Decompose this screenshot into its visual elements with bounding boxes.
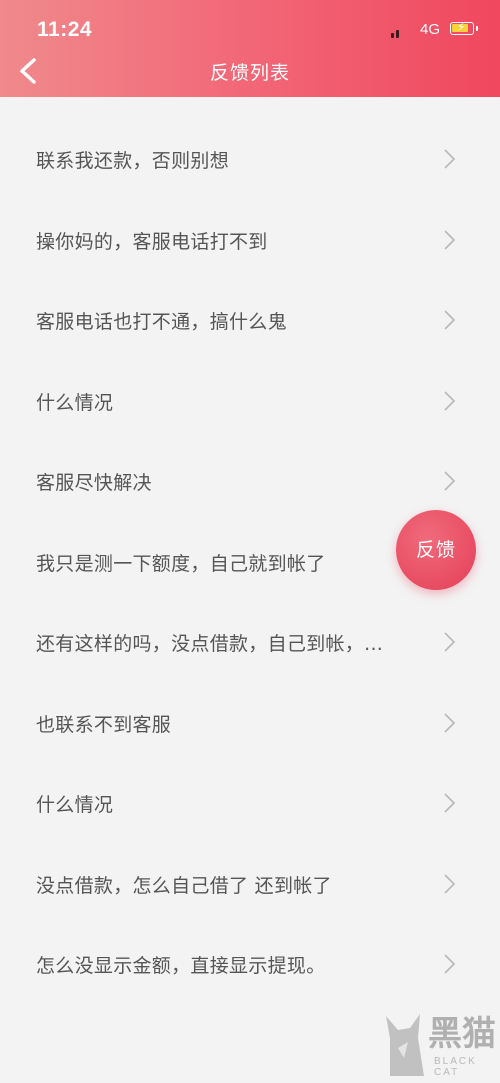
status-time: 11:24 xyxy=(37,18,93,41)
list-item-label: 怎么没显示金额，直接显示提现。 xyxy=(36,955,326,977)
list-item[interactable]: 操你妈的，客服电话打不到 xyxy=(0,199,500,280)
list-item[interactable]: 什么情况 xyxy=(0,762,500,843)
watermark-logo: 黑猫 BLACK CAT xyxy=(384,998,500,1083)
status-bar: 11:24 4G ⚡ xyxy=(0,0,500,52)
list-item-label: 也联系不到客服 xyxy=(36,713,172,736)
chevron-right-icon xyxy=(444,632,456,652)
list-item-label: 没点借款，怎么自己借了 还到帐了 xyxy=(36,874,332,897)
list-item-label: 客服电话也打不通，搞什么鬼 xyxy=(36,311,287,333)
chevron-right-icon xyxy=(444,390,456,411)
list-item[interactable]: 客服电话也打不通，搞什么鬼 xyxy=(0,279,500,360)
list-item-label: 什么情况 xyxy=(36,794,114,816)
page-title: 反馈列表 xyxy=(209,62,290,84)
list-item[interactable]: 还有这样的吗，没点借款，自己到帐，... xyxy=(0,601,500,682)
chevron-right-icon xyxy=(444,471,456,491)
chevron-right-icon xyxy=(444,793,456,813)
list-item[interactable]: 没点借款，怎么自己借了 还到帐了 xyxy=(0,843,500,924)
cat-icon xyxy=(386,1014,424,1076)
chevron-right-icon xyxy=(444,310,456,330)
list-item-label: 还有这样的吗，没点借款，自己到帐，... xyxy=(36,633,384,655)
watermark-brand-en: BLACK CAT xyxy=(434,1056,477,1078)
signal-icon xyxy=(391,26,407,38)
chevron-right-icon xyxy=(444,954,456,974)
list-item[interactable]: 怎么没显示金额，直接显示提现。 xyxy=(0,923,500,1004)
list-item-label: 联系我还款，否则别想 xyxy=(36,150,230,172)
chevron-right-icon xyxy=(444,712,456,733)
watermark-brand: 黑猫 xyxy=(428,1014,496,1054)
battery-icon: ⚡ xyxy=(450,20,478,35)
list-item-label: 什么情况 xyxy=(36,391,114,414)
feedback-list-screen: 11:24 4G ⚡ 反馈列表 联系我还款，否则别想 操你妈的，客服电话打不到 … xyxy=(0,0,500,1083)
feedback-button[interactable]: 反馈 xyxy=(396,510,476,590)
list-item[interactable]: 什么情况 xyxy=(0,360,500,441)
list-item[interactable]: 也联系不到客服 xyxy=(0,682,500,763)
chevron-right-icon xyxy=(444,149,456,169)
list-item[interactable]: 联系我还款，否则别想 xyxy=(0,118,500,199)
list-item-label: 客服尽快解决 xyxy=(36,472,152,494)
list-item-label: 我只是测一下额度，自己就到帐了 xyxy=(36,552,326,575)
header-bar: 11:24 4G ⚡ 反馈列表 xyxy=(0,0,500,97)
list-item-label: 操你妈的，客服电话打不到 xyxy=(36,230,268,253)
chevron-right-icon xyxy=(444,873,456,894)
network-type: 4G xyxy=(420,21,441,38)
chevron-right-icon xyxy=(444,229,456,250)
list-item[interactable]: 客服尽快解决 xyxy=(0,440,500,521)
